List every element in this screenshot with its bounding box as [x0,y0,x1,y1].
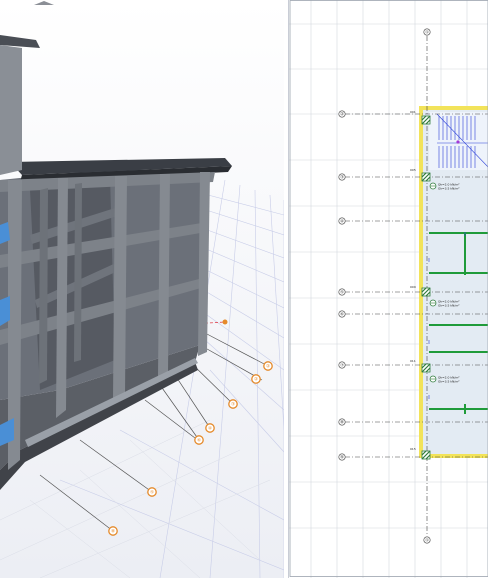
svg-text:②: ② [254,377,258,383]
svg-text:⑧: ⑧ [340,420,344,426]
grid-bubble: ⑦ [338,361,346,369]
svg-text:③: ③ [340,175,344,181]
svg-text:⑤: ⑤ [150,490,154,496]
column-tag: 005 [410,168,416,172]
grid-bubble: ⑤ [338,288,346,296]
column [158,174,170,377]
svg-text:⑥: ⑥ [197,438,201,444]
grid-bubble: ⑨ [338,453,346,461]
grid-marker: ② [251,374,261,384]
svg-text:⑧: ⑧ [111,529,115,535]
svg-text:②: ② [340,112,344,118]
floor-plan-canvas[interactable]: ① ② ③ ④ ⑤ ⑥ ⑦ ⑧ ⑨ ① 001 005 009 011 015 … [289,0,488,578]
grid-marker: ② [263,361,273,371]
stair-node-icon [456,140,460,144]
svg-text:⑤: ⑤ [340,290,344,296]
svg-text:⑦: ⑦ [340,363,344,369]
column-back [39,188,48,384]
grid-bubble: ③ [338,173,346,181]
column-marker [421,450,431,460]
floor-plan-viewport[interactable]: ① ② ③ ④ ⑤ ⑥ ⑦ ⑧ ⑨ ① 001 005 009 011 015 … [288,0,488,578]
svg-text:④: ④ [340,219,344,225]
grid-marker: ④ [205,423,215,433]
app-window: ② ② ③ ④ ⑥ ⑤ ⑧ ① ② ③ ④ ⑤ ⑥ ⑦ ⑧ ⑨ ① 001 00… [0,0,488,578]
column-tag: 011 [410,359,416,363]
grid-bubble: ⑥ [338,310,346,318]
column [56,178,68,418]
svg-text:Gk=3.5 kN/m²: Gk=3.5 kN/m² [438,380,460,384]
svg-text:③: ③ [231,402,235,408]
grid-marker: ⑤ [147,487,157,497]
3d-model-viewport[interactable]: ② ② ③ ④ ⑥ ⑤ ⑧ [0,0,284,578]
3d-model-canvas[interactable]: ② ② ③ ④ ⑥ ⑤ ⑧ [0,0,284,578]
grid-bubble: ① [423,536,431,544]
svg-text:②: ② [266,364,270,370]
svg-text:①: ① [425,538,429,544]
svg-text:④: ④ [208,426,212,432]
grid-bubble: ② [338,110,346,118]
column-marker [421,363,431,373]
core-column [0,45,22,175]
column-tag: 015 [410,447,416,451]
svg-text:⑥: ⑥ [340,312,344,318]
column-marker [421,115,431,125]
grid-marker: ③ [228,399,238,409]
grid-bubble: ⑧ [338,418,346,426]
column-tag: 001 [410,110,416,114]
grid-marker [222,319,228,325]
column-marker [421,172,431,182]
column [113,176,127,400]
grid-marker: ⑥ [194,435,204,445]
grid-bubble: ④ [338,217,346,225]
grid-marker: ⑧ [108,526,118,536]
column-tag: 009 [410,285,416,289]
column-marker [421,287,431,297]
column-back [74,183,82,362]
plan-grid-bubbles[interactable]: ① ② ③ ④ ⑤ ⑥ ⑦ ⑧ ⑨ ① [338,28,431,544]
grid-bubble: ① [423,28,431,36]
svg-text:Gk=3.5 kN/m²: Gk=3.5 kN/m² [438,187,460,191]
svg-text:①: ① [425,30,429,36]
svg-text:Gk=3.5 kN/m²: Gk=3.5 kN/m² [438,304,460,308]
svg-text:⑨: ⑨ [340,455,344,461]
